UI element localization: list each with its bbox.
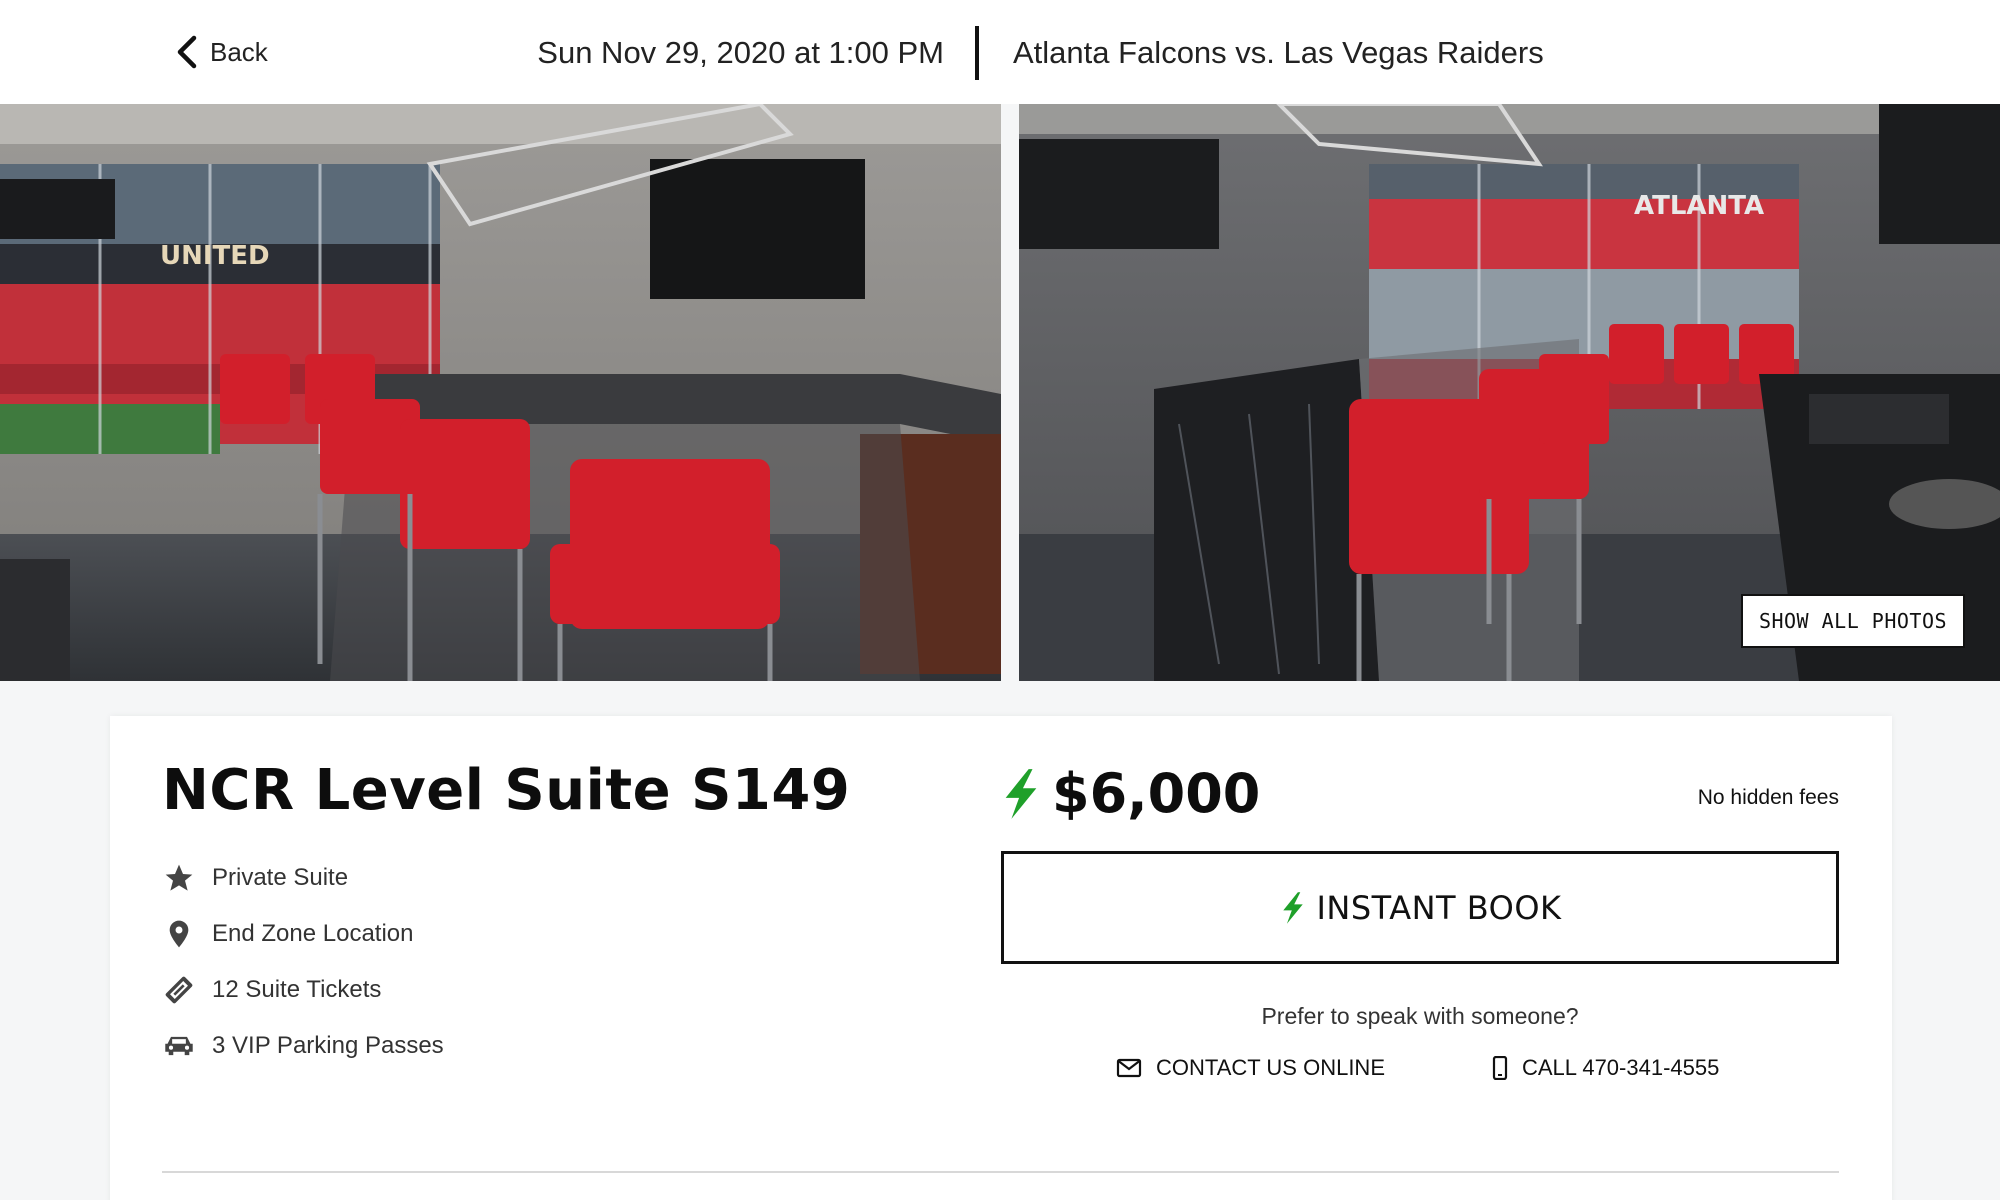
show-all-photos-button[interactable]: SHOW ALL PHOTOS [1741,594,1965,648]
location-pin-icon [162,917,196,951]
list-item: Private Suite [162,850,444,906]
call-label: CALL 470-341-4555 [1522,1055,1720,1080]
mobile-phone-icon [1492,1056,1508,1080]
car-icon [162,1029,196,1063]
lightning-bolt-icon [1005,768,1037,819]
event-name: Atlanta Falcons vs. Las Vegas Raiders [1013,35,1544,70]
list-item: 12 Suite Tickets [162,962,444,1018]
instant-book-label: INSTANT BOOK [1316,888,1562,927]
chevron-left-icon [177,35,197,69]
feature-label: Private Suite [212,864,349,891]
feature-label: End Zone Location [212,920,414,947]
contact-label: CONTACT US ONLINE [1156,1055,1385,1080]
back-button[interactable]: Back [172,32,268,72]
suite-title: NCR Level Suite S149 [162,758,851,823]
price-block: $6,000 [998,762,1260,825]
feature-label: 3 VIP Parking Passes [212,1032,444,1059]
call-phone-link[interactable]: CALL 470-341-4555 [1492,1055,1719,1081]
list-item: End Zone Location [162,906,444,962]
contact-us-online-link[interactable]: CONTACT US ONLINE [1116,1055,1385,1081]
feature-list: Private Suite End Zone Location 12 Suite… [162,850,444,1074]
section-divider [162,1171,1839,1173]
star-icon [162,861,196,895]
back-label: Back [210,36,268,67]
no-hidden-fees-note: No hidden fees [1697,786,1839,809]
photo-signage-text: ATLANTA [1634,191,1764,221]
suite-photo-main[interactable]: UNITED [0,104,1001,681]
instant-book-button[interactable]: INSTANT BOOK [1001,851,1839,964]
list-item: 3 VIP Parking Passes [162,1018,444,1074]
photo-signage-text: UNITED [160,241,270,271]
header-divider [975,26,979,80]
top-bar: Back Sun Nov 29, 2020 at 1:00 PM Atlanta… [0,0,2000,104]
feature-label: 12 Suite Tickets [212,976,382,1003]
ticket-icon [162,973,196,1007]
event-date: Sun Nov 29, 2020 at 1:00 PM [537,35,944,70]
price: $6,000 [1052,762,1261,825]
lightning-bolt-icon [1283,891,1304,924]
prefer-to-speak-text: Prefer to speak with someone? [1261,1003,1579,1029]
envelope-icon [1116,1058,1142,1078]
